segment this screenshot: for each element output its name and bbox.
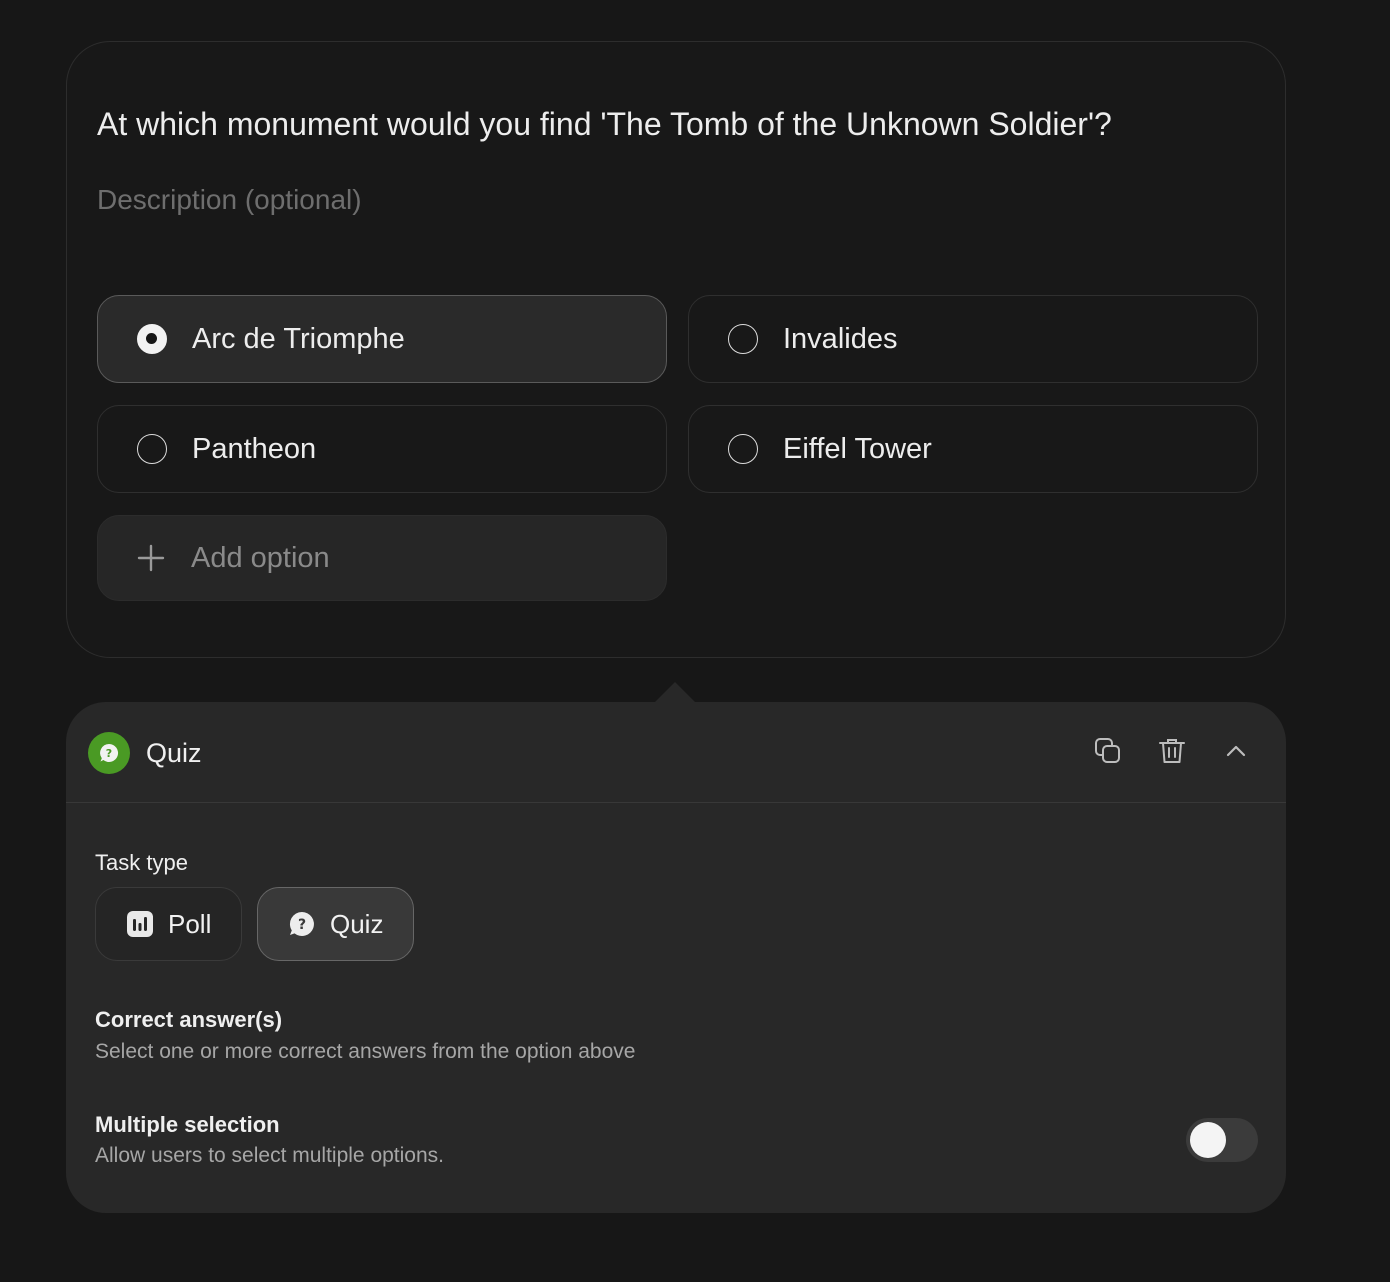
poll-label: Poll <box>168 908 212 939</box>
plus-icon <box>137 544 165 572</box>
description-field[interactable]: Description (optional) <box>97 184 362 216</box>
quiz-icon: ? <box>289 911 314 936</box>
radio-icon[interactable] <box>728 434 758 464</box>
add-option-button[interactable]: Add option <box>97 515 667 601</box>
poll-icon <box>127 911 153 937</box>
panel-header: ? Quiz <box>66 702 1286 803</box>
correct-answers-subtitle: Select one or more correct answers from … <box>95 1040 636 1063</box>
question-card: At which monument would you find 'The To… <box>66 41 1286 658</box>
add-option-label: Add option <box>191 541 330 574</box>
toggle-knob <box>1190 1122 1226 1158</box>
radio-selected-icon[interactable] <box>137 324 167 354</box>
radio-icon[interactable] <box>728 324 758 354</box>
quiz-icon: ? <box>100 743 119 762</box>
task-type-label: Task type <box>95 850 188 875</box>
multiple-selection-title: Multiple selection <box>95 1112 280 1137</box>
svg-text:?: ? <box>106 747 112 760</box>
option-label: Eiffel Tower <box>783 432 932 465</box>
quiz-label: Quiz <box>330 908 384 939</box>
option-label: Arc de Triomphe <box>192 322 405 355</box>
task-type-poll-button[interactable]: Poll <box>95 887 242 961</box>
option-arc-de-triomphe[interactable]: Arc de Triomphe <box>97 295 667 383</box>
option-pantheon[interactable]: Pantheon <box>97 405 667 493</box>
option-label: Invalides <box>783 322 898 355</box>
quiz-badge-icon: ? <box>88 732 130 774</box>
question-title[interactable]: At which monument would you find 'The To… <box>97 106 1112 143</box>
multiple-selection-subtitle: Allow users to select multiple options. <box>95 1144 444 1167</box>
option-invalides[interactable]: Invalides <box>688 295 1258 383</box>
settings-panel: ? Quiz Task type Poll ? Quiz Correct ans… <box>66 702 1286 1213</box>
panel-title: Quiz <box>146 738 202 768</box>
chevron-up-icon[interactable] <box>1221 736 1251 766</box>
option-eiffel-tower[interactable]: Eiffel Tower <box>688 405 1258 493</box>
radio-icon[interactable] <box>137 434 167 464</box>
multiple-selection-toggle[interactable] <box>1186 1118 1258 1162</box>
task-type-quiz-button[interactable]: ? Quiz <box>257 887 414 961</box>
option-label: Pantheon <box>192 432 317 465</box>
correct-answers-title: Correct answer(s) <box>95 1007 283 1032</box>
svg-text:?: ? <box>298 917 306 933</box>
panel-pointer <box>654 682 696 703</box>
trash-icon[interactable] <box>1157 736 1187 766</box>
duplicate-icon[interactable] <box>1093 736 1123 766</box>
